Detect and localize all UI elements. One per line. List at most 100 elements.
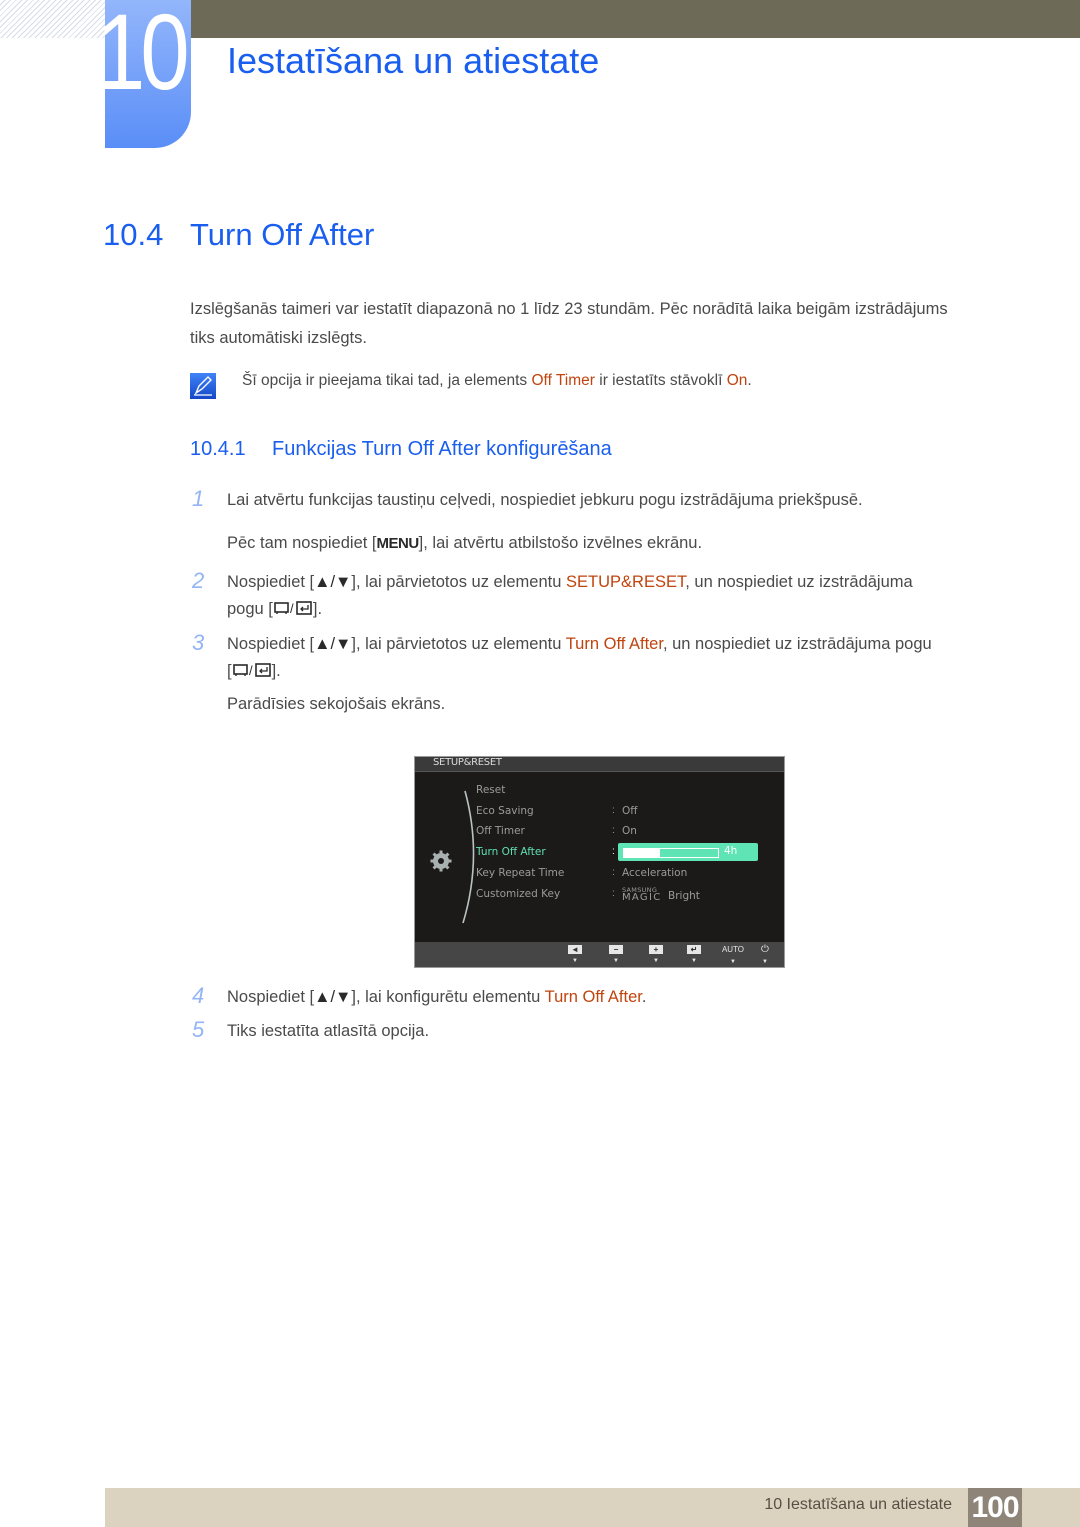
step-1-subtext: Pēc tam nospiediet [MENU], lai atvērtu a… <box>227 530 1017 557</box>
svg-text:/: / <box>249 663 253 678</box>
osd-enter-button: ↵ ▼ <box>686 945 702 964</box>
osd-item-turn-off-after: Turn Off After <box>476 846 546 858</box>
page-footer: 10 Iestatīšana un atiestate <box>105 1488 1080 1527</box>
osd-header: SETUP&RESET <box>415 757 784 772</box>
osd-menu-screenshot: SETUP&RESET Reset Eco Saving : Off Off T… <box>414 756 785 968</box>
magic-logo-text: MAGIC <box>622 892 662 903</box>
step-highlight-turn-off-after: Turn Off After <box>565 635 663 653</box>
step-text-part: ], lai konfigurētu elementu <box>351 988 545 1006</box>
step-3-text: Nospiediet [▲/▼], lai pārvietotos uz ele… <box>227 631 1017 685</box>
step-text-part: ]. <box>271 662 281 680</box>
down-arrow-icon: ▼ <box>762 959 768 965</box>
step-text-part: ], lai pārvietotos uz elementu <box>351 635 566 653</box>
step-2-text: Nospiediet [▲/▼], lai pārvietotos uz ele… <box>227 569 1017 623</box>
note-text-part: . <box>747 372 752 389</box>
step-5-text: Tiks iestatīta atlasītā opcija. <box>227 1022 430 1040</box>
chapter-title: Iestatīšana un atiestate <box>227 40 600 81</box>
step-number: 2 <box>192 568 205 593</box>
step-highlight-setup-reset: SETUP&RESET <box>566 573 686 591</box>
subsection-title: 10.4.1 Funkcijas Turn Off After konfigurē… <box>190 438 612 461</box>
osd-plus-button: + ▼ <box>648 945 664 964</box>
header-hatch-decoration <box>0 0 105 38</box>
osd-slider-track <box>623 848 719 858</box>
step-3-subtext: Parādīsies sekojošais ekrāns. <box>227 695 446 713</box>
osd-item-eco-saving: Eco Saving <box>476 805 534 817</box>
plus-icon: + <box>649 945 663 954</box>
step-text-part: Nospiediet [ <box>227 988 315 1006</box>
step-number: 4 <box>192 983 205 1008</box>
osd-auto-button: AUTO ▼ <box>722 945 744 965</box>
source-enter-key-icon: / <box>232 663 271 678</box>
down-arrow-icon: ▼ <box>653 958 659 964</box>
step-text-part: Pēc tam nospiediet [ <box>227 534 377 552</box>
menu-key: MENU <box>376 535 420 552</box>
osd-turn-off-after-slider: 4h <box>618 843 758 861</box>
enter-icon: ↵ <box>687 945 701 954</box>
down-arrow-icon: ▼ <box>691 958 697 964</box>
step-text-part: ], lai atvērtu atbilstošo izvēlnes ekrān… <box>418 534 703 552</box>
section-title-text: Turn Off After <box>190 217 375 252</box>
note-text-part: Šī opcija ir pieejama tikai tad, ja elem… <box>242 372 532 389</box>
up-down-keys: ▲/▼ <box>314 988 352 1006</box>
footer-chapter-label: 10 Iestatīšana un atiestate <box>764 1496 952 1513</box>
osd-value-eco-saving: Off <box>622 805 638 817</box>
section-number: 10.4 <box>103 217 164 252</box>
step-text-part: Nospiediet [ <box>227 573 315 591</box>
step-text-part: ]. <box>312 600 323 618</box>
osd-minus-button: − ▼ <box>608 945 624 964</box>
subsection-number: 10.4.1 <box>190 438 246 460</box>
auto-label: AUTO <box>721 945 745 954</box>
intro-paragraph: Izslēgšanās taimeri var iestatīt diapazo… <box>190 295 1010 353</box>
down-arrow-icon: ▼ <box>572 958 578 964</box>
note-text: Šī opcija ir pieejama tikai tad, ja elem… <box>242 372 752 390</box>
step-number: 3 <box>192 630 205 655</box>
subsection-title-text: Funkcijas Turn Off After konfigurēšana <box>272 438 612 460</box>
intro-line-2: tiks automātiski izslēgts. <box>190 329 367 347</box>
down-arrow-icon: ▼ <box>730 959 736 965</box>
step-text-part: . <box>641 988 647 1006</box>
step-highlight-turn-off-after: Turn Off After <box>544 988 642 1006</box>
power-icon: ⏻ <box>761 944 769 955</box>
osd-value-key-repeat-time: Acceleration <box>622 867 688 879</box>
step-number: 1 <box>192 486 205 511</box>
step-text-part: , un nospiediet uz izstrādājuma <box>685 573 913 591</box>
osd-item-key-repeat-time: Key Repeat Time <box>476 867 565 879</box>
gear-icon <box>430 850 452 872</box>
osd-item-off-timer: Off Timer <box>476 825 525 837</box>
svg-text:/: / <box>290 601 294 616</box>
minus-icon: − <box>609 945 623 954</box>
section-title: 10.4 Turn Off After <box>103 217 374 253</box>
osd-slider-fill <box>624 849 660 857</box>
osd-colon: : <box>612 805 615 816</box>
step-text-part: ], lai pārvietotos uz elementu <box>351 573 567 591</box>
note-highlight-off-timer: Off Timer <box>531 372 595 389</box>
osd-slider-value: 4h <box>724 845 738 857</box>
step-1-text: Lai atvērtu funkcijas taustiņu ceļvedi, … <box>227 491 863 509</box>
page-number: 100 <box>968 1488 1022 1527</box>
osd-colon: : <box>612 867 615 878</box>
source-enter-key-icon: / <box>274 601 312 616</box>
intro-line-1: Izslēgšanās taimeri var iestatīt diapazo… <box>190 300 948 318</box>
step-text-part: , un nospiediet uz izstrādājuma pogu <box>662 635 932 653</box>
note-text-part: ir iestatīts stāvoklī <box>594 372 727 389</box>
step-text-part: Nospiediet [ <box>227 635 315 653</box>
osd-colon: : <box>612 825 615 836</box>
step-number: 5 <box>192 1017 205 1042</box>
osd-power-button: ⏻ ▼ <box>757 945 773 966</box>
up-down-keys: ▲/▼ <box>314 573 352 591</box>
step-4-text: Nospiediet [▲/▼], lai konfigurētu elemen… <box>227 984 1017 1011</box>
magic-bright-value: Bright <box>668 890 700 902</box>
osd-item-customized-key: Customized Key <box>476 888 561 900</box>
step-text-part: pogu [ <box>227 600 273 618</box>
osd-colon: : <box>612 846 615 857</box>
down-arrow-icon: ▼ <box>613 958 619 964</box>
note-pencil-icon <box>190 373 216 399</box>
osd-item-reset: Reset <box>476 784 506 796</box>
left-icon: ◄ <box>568 945 582 954</box>
header-bar <box>190 0 1080 38</box>
osd-colon: : <box>612 888 615 899</box>
osd-header-title: SETUP&RESET <box>433 757 502 768</box>
chapter-number: 10 <box>96 0 190 112</box>
up-down-keys: ▲/▼ <box>314 635 352 653</box>
note-highlight-on: On <box>726 372 748 389</box>
